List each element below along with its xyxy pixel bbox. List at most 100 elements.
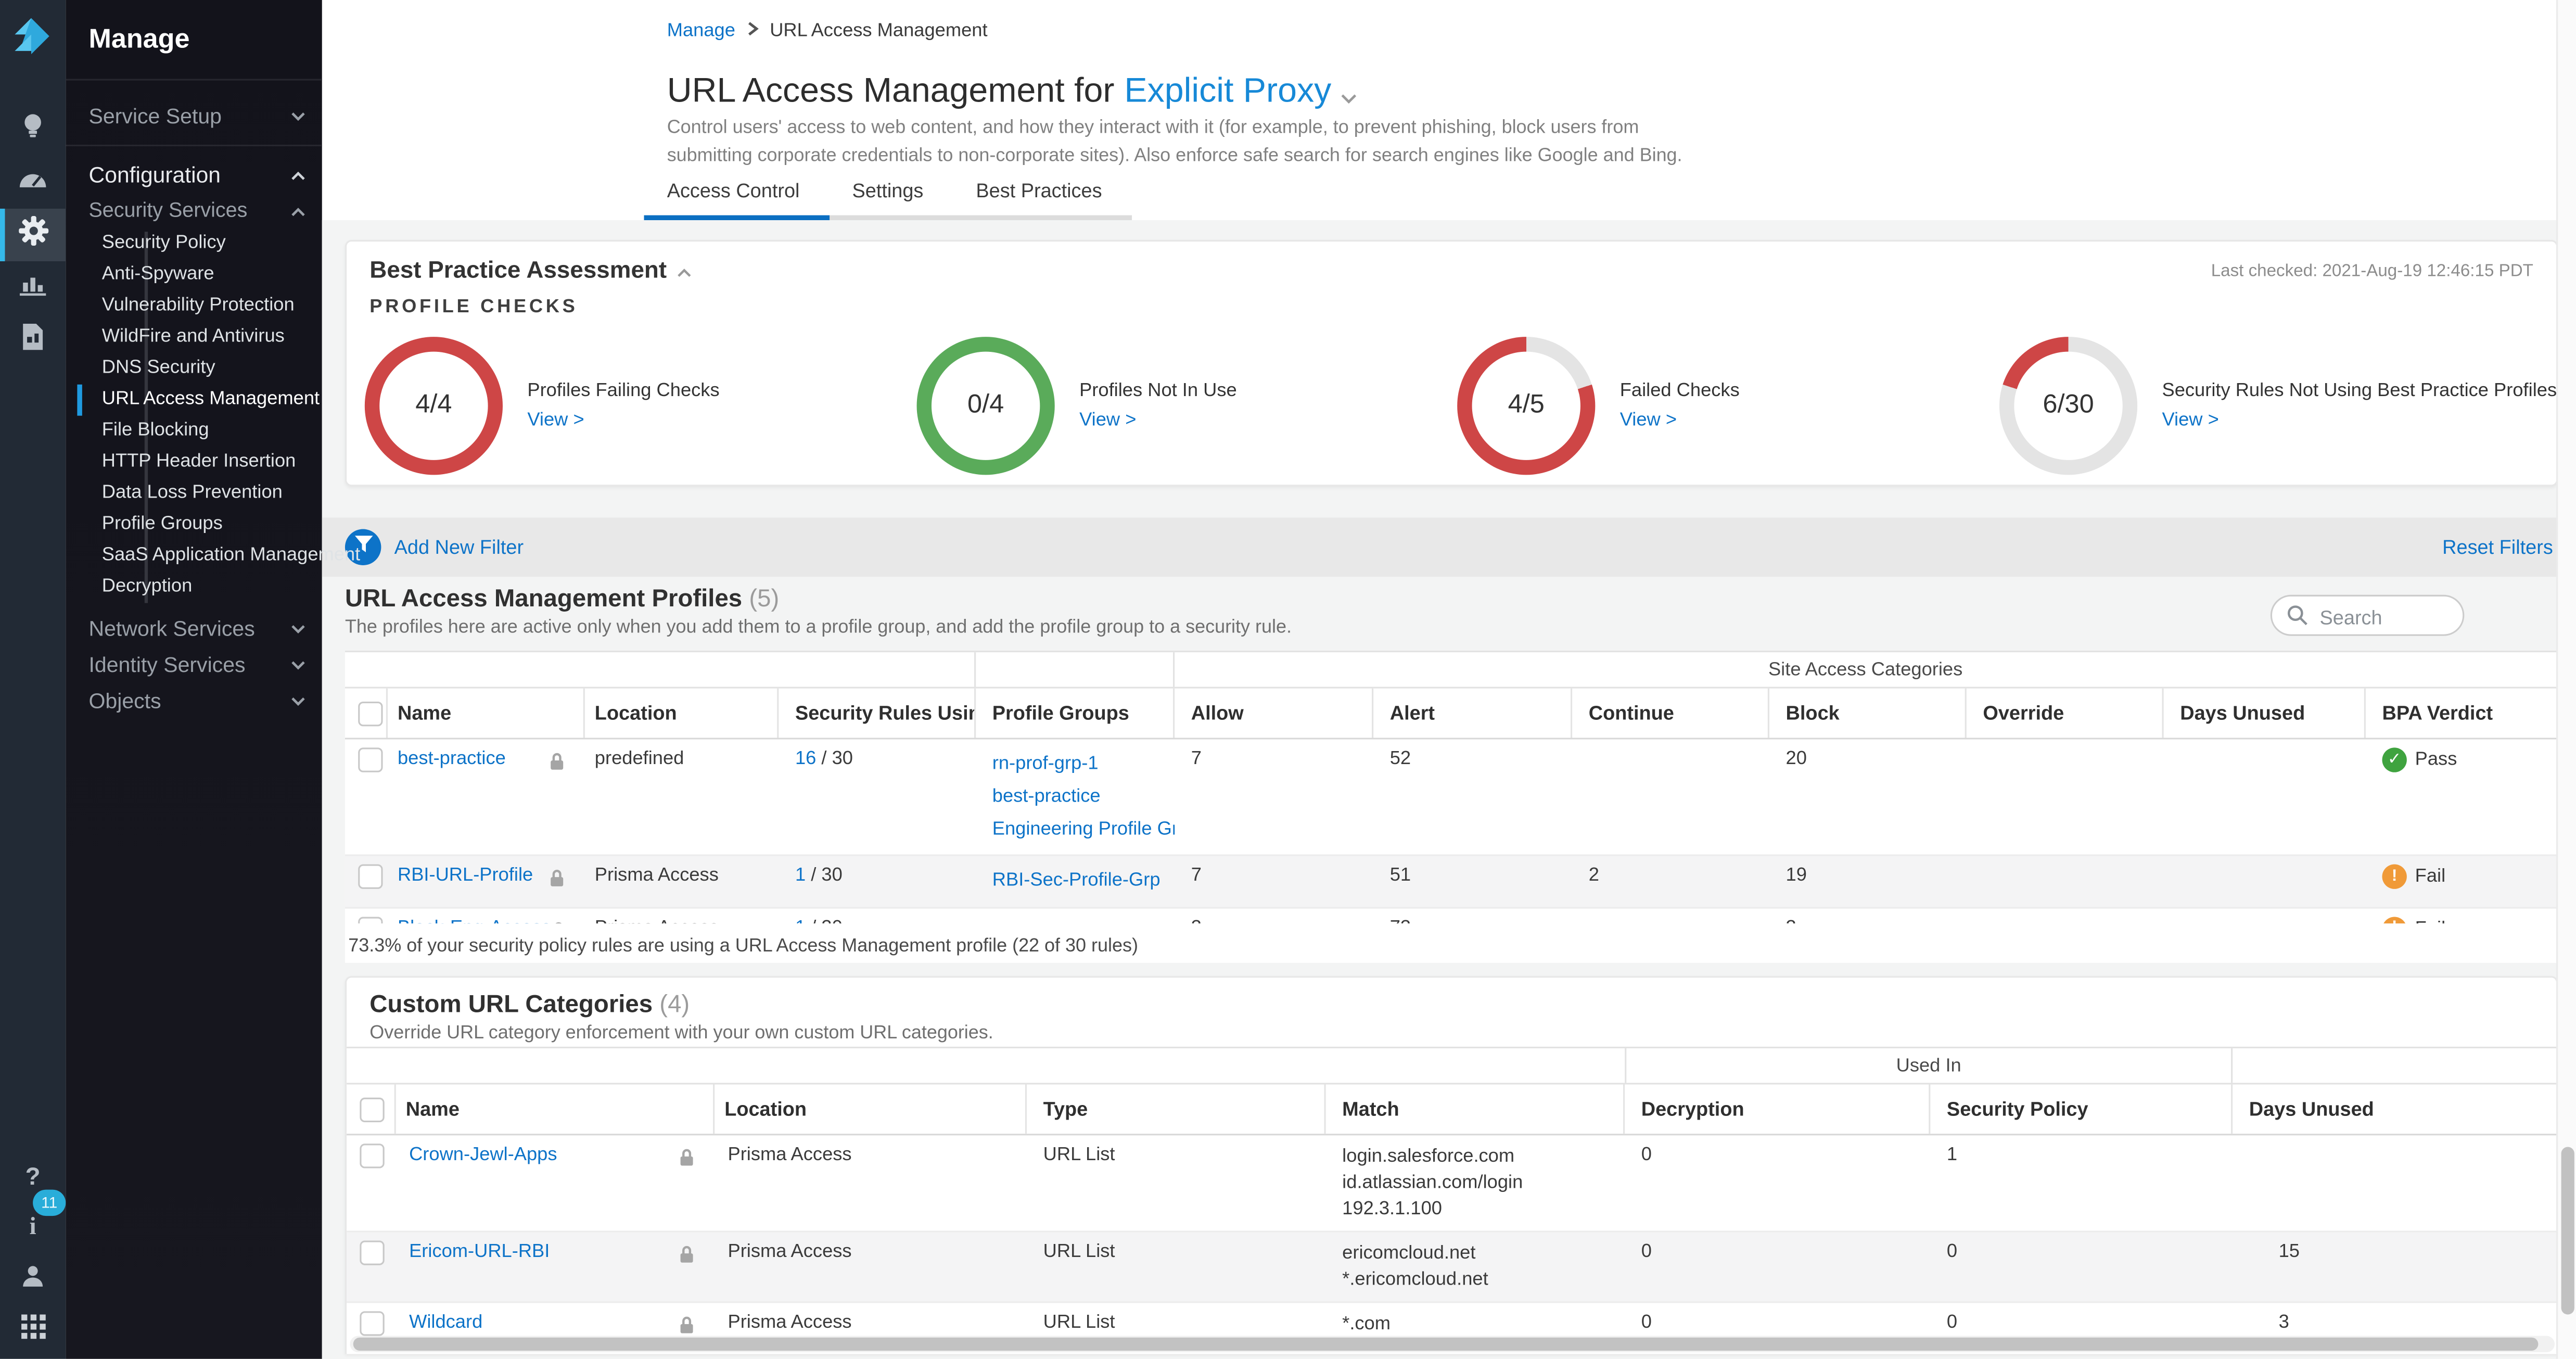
insights-nav-button[interactable] xyxy=(0,104,66,156)
rules-count-link[interactable]: 1 xyxy=(795,866,806,886)
sidebar-section-configuration[interactable]: Configuration xyxy=(66,153,322,196)
column-header-continue[interactable]: Continue xyxy=(1572,689,1769,738)
info-button[interactable]: i 11 xyxy=(0,1201,66,1254)
row-checkbox[interactable] xyxy=(358,747,382,772)
sidebar-item-dns-security[interactable]: DNS Security xyxy=(66,353,322,385)
report-icon xyxy=(21,323,44,357)
progress-ring: 4/4 xyxy=(365,337,503,475)
cell-override xyxy=(1967,856,2164,873)
view-link[interactable]: View > xyxy=(527,411,584,430)
pan-logo-icon xyxy=(11,13,54,56)
profile-group-link[interactable]: RBI-Sec-Profile-Grp xyxy=(992,865,1168,897)
cell-continue: 2 xyxy=(1572,856,1769,898)
fail-icon: ! xyxy=(2382,865,2407,889)
manage-nav-button[interactable] xyxy=(0,209,66,261)
sidebar-item-wildfire-and-antivirus[interactable]: WildFire and Antivirus xyxy=(66,322,322,353)
cell-location: Prisma Access xyxy=(715,1233,1027,1275)
sidebar-item-anti-spyware[interactable]: Anti-Spyware xyxy=(66,260,322,291)
vertical-scrollbar-thumb[interactable] xyxy=(2561,1147,2574,1315)
progress-ring: 4/5 xyxy=(1457,337,1595,475)
column-header-type[interactable]: Type xyxy=(1027,1085,1326,1134)
column-header-match[interactable]: Match xyxy=(1326,1085,1625,1134)
column-header-location[interactable]: Location xyxy=(715,1085,1027,1134)
column-header-decryption[interactable]: Decryption xyxy=(1625,1085,1930,1134)
user-button[interactable] xyxy=(0,1254,66,1306)
profile-group-link[interactable]: best-practice xyxy=(992,781,1168,814)
tab-best-practices[interactable]: Best Practices xyxy=(953,171,1131,220)
horizontal-scrollbar-thumb[interactable] xyxy=(353,1338,2539,1351)
profile-group-link[interactable]: Engineering Profile Grou xyxy=(992,814,1168,846)
profiles-table-footer: 73.3% of your security policy rules are … xyxy=(348,936,1138,956)
column-header-bpa-verdict[interactable]: BPA Verdict xyxy=(2366,689,2556,738)
page-description-line1: Control users' access to web content, an… xyxy=(667,115,1682,142)
sidebar-item-security-policy[interactable]: Security Policy xyxy=(66,228,322,260)
reports-nav-button[interactable] xyxy=(0,261,66,314)
match-entry: id.atlassian.com/login xyxy=(1342,1170,1618,1197)
rules-count-link[interactable]: 16 xyxy=(795,750,816,769)
column-header-profile-groups[interactable]: Profile Groups xyxy=(976,689,1175,738)
categories-count: (4) xyxy=(659,991,690,1019)
column-header-security-rules-usin[interactable]: Security Rules Usin... xyxy=(779,689,976,738)
notification-badge: 11 xyxy=(33,1190,66,1216)
column-header-block[interactable]: Block xyxy=(1769,689,1967,738)
column-header-security-policy[interactable]: Security Policy xyxy=(1930,1085,2233,1134)
profiles-title-text: URL Access Management Profiles xyxy=(345,585,742,613)
help-icon: ? xyxy=(25,1163,41,1191)
profile-name-link[interactable]: best-practice xyxy=(398,747,506,773)
cell-alert: 51 xyxy=(1373,856,1572,898)
column-header-alert[interactable]: Alert xyxy=(1373,689,1572,738)
configuration-label: Configuration xyxy=(88,162,221,186)
tab-settings[interactable]: Settings xyxy=(829,171,953,220)
scope-selector[interactable]: Explicit Proxy xyxy=(1124,72,1331,112)
cell-allow: 7 xyxy=(1175,856,1373,898)
row-checkbox[interactable] xyxy=(360,1144,384,1168)
column-header-days-unused[interactable]: Days Unused xyxy=(2233,1085,2558,1134)
profile-name-link[interactable]: RBI-URL-Profile xyxy=(398,865,533,890)
view-link[interactable]: View > xyxy=(1620,411,1677,430)
column-header-name[interactable]: Name xyxy=(388,689,585,738)
sidebar-item-profile-groups[interactable]: Profile Groups xyxy=(66,510,322,541)
category-name-link[interactable]: Ericom-URL-RBI xyxy=(409,1240,550,1266)
category-name-link[interactable]: Crown-Jewl-Apps xyxy=(409,1144,557,1169)
group-cell-site-access-categories: Site Access Categories xyxy=(1175,652,2556,687)
sidebar-item-saas-application-management[interactable]: SaaS Application Management xyxy=(66,541,322,572)
sidebar-section-service-setup[interactable]: Service Setup xyxy=(66,94,322,136)
column-header-days-unused[interactable]: Days Unused xyxy=(2164,689,2366,738)
apps-button[interactable] xyxy=(0,1305,66,1357)
logs-nav-button[interactable] xyxy=(0,314,66,366)
cell-match: ericomcloud.net*.ericomcloud.net xyxy=(1326,1233,1625,1302)
view-link[interactable]: View > xyxy=(2162,411,2218,430)
breadcrumb-manage-link[interactable]: Manage xyxy=(667,21,735,41)
gear-icon xyxy=(17,215,48,255)
select-all-checkbox[interactable] xyxy=(358,701,382,725)
sidebar-item-file-blocking[interactable]: File Blocking xyxy=(66,416,322,447)
check-label: Profiles Failing Checks xyxy=(527,379,719,404)
category-name-link[interactable]: Wildcard xyxy=(409,1311,482,1337)
bpa-heading[interactable]: Best Practice Assessment xyxy=(369,258,691,285)
column-header-override[interactable]: Override xyxy=(1967,689,2164,738)
profile-group-link[interactable]: rn-prof-grp-1 xyxy=(992,747,1168,780)
chevron-down-icon[interactable] xyxy=(1341,75,1358,115)
sidebar-section-security-services[interactable]: Security Services xyxy=(66,192,322,228)
sidebar-item-url-access-management[interactable]: URL Access Management xyxy=(66,385,322,416)
progress-ring-center: 4/4 xyxy=(379,352,488,460)
sidebar-item-http-header-insertion[interactable]: HTTP Header Insertion xyxy=(66,447,322,478)
row-checkbox[interactable] xyxy=(358,865,382,889)
tab-access-control[interactable]: Access Control xyxy=(644,171,830,220)
reset-filters-link[interactable]: Reset Filters xyxy=(2442,536,2553,558)
column-header-location[interactable]: Location xyxy=(585,689,779,738)
add-new-filter-link[interactable]: Add New Filter xyxy=(394,536,524,558)
sidebar-item-decryption[interactable]: Decryption xyxy=(66,572,322,603)
search-input[interactable] xyxy=(2316,598,2461,636)
view-link[interactable]: View > xyxy=(1079,411,1136,430)
select-all-checkbox[interactable] xyxy=(360,1097,384,1121)
search-icon xyxy=(2287,605,2308,626)
sidebar-item-vulnerability-protection[interactable]: Vulnerability Protection xyxy=(66,291,322,322)
column-header-allow[interactable]: Allow xyxy=(1175,689,1373,738)
column-header-name[interactable]: Name xyxy=(396,1085,715,1134)
sidebar-item-data-loss-prevention[interactable]: Data Loss Prevention xyxy=(66,478,322,510)
row-checkbox[interactable] xyxy=(360,1311,384,1336)
sidebar-section-objects[interactable]: Objects xyxy=(66,679,322,721)
dashboard-nav-button[interactable] xyxy=(0,156,66,209)
row-checkbox[interactable] xyxy=(360,1240,384,1265)
